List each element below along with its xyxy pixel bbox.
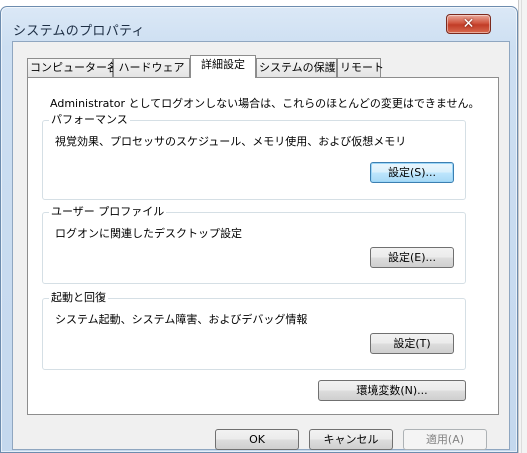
user-profiles-description: ログオンに関連したデスクトップ設定 [55,227,242,240]
performance-description: 視覚効果、プロセッサのスケジュール、メモリ使用、および仮想メモリ [55,135,407,148]
close-icon: ✕ [462,16,475,32]
performance-group: パフォーマンス 視覚効果、プロセッサのスケジュール、メモリ使用、および仮想メモリ… [42,113,466,200]
ok-button[interactable]: OK [215,429,299,450]
advanced-tab-page: Administrator としてログオンしない場合は、これらのほとんどの変更は… [27,77,499,415]
user-profiles-group-label: ユーザー プロファイル [49,205,167,219]
tab-advanced[interactable]: 詳細設定 [190,55,256,78]
startup-recovery-group-label: 起動と回復 [49,291,108,305]
user-profiles-settings-button[interactable]: 設定(E)... [370,247,454,268]
performance-group-label: パフォーマンス [49,113,130,127]
dialog-client-area: コンピューター名 ハードウェア 詳細設定 システムの保護 リモート Admini… [12,41,510,450]
startup-recovery-description: システム起動、システム障害、およびデバッグ情報 [55,313,308,326]
startup-recovery-group: 起動と回復 システム起動、システム障害、およびデバッグ情報 設定(T) [42,291,466,370]
apply-button[interactable]: 適用(A) [403,429,487,450]
tab-remote[interactable]: リモート [337,58,384,77]
tab-computer-name[interactable]: コンピューター名 [27,58,118,77]
close-button[interactable]: ✕ [446,14,491,34]
startup-recovery-settings-button[interactable]: 設定(T) [370,333,454,354]
cancel-button[interactable]: キャンセル [309,429,393,450]
system-properties-dialog: システムのプロパティ ✕ コンピューター名 ハードウェア 詳細設定 システムの保… [0,6,518,453]
tab-system-protection[interactable]: システムの保護 [256,58,337,77]
window-title: システムのプロパティ [13,24,145,39]
tab-hardware[interactable]: ハードウェア [113,58,190,77]
user-profiles-group: ユーザー プロファイル ログオンに関連したデスクトップ設定 設定(E)... [42,205,466,284]
performance-settings-button[interactable]: 設定(S)... [370,162,454,183]
background-window-edge [518,0,527,453]
environment-variables-button[interactable]: 環境変数(N)... [318,380,466,401]
admin-note: Administrator としてログオンしない場合は、これらのほとんどの変更は… [50,97,480,110]
